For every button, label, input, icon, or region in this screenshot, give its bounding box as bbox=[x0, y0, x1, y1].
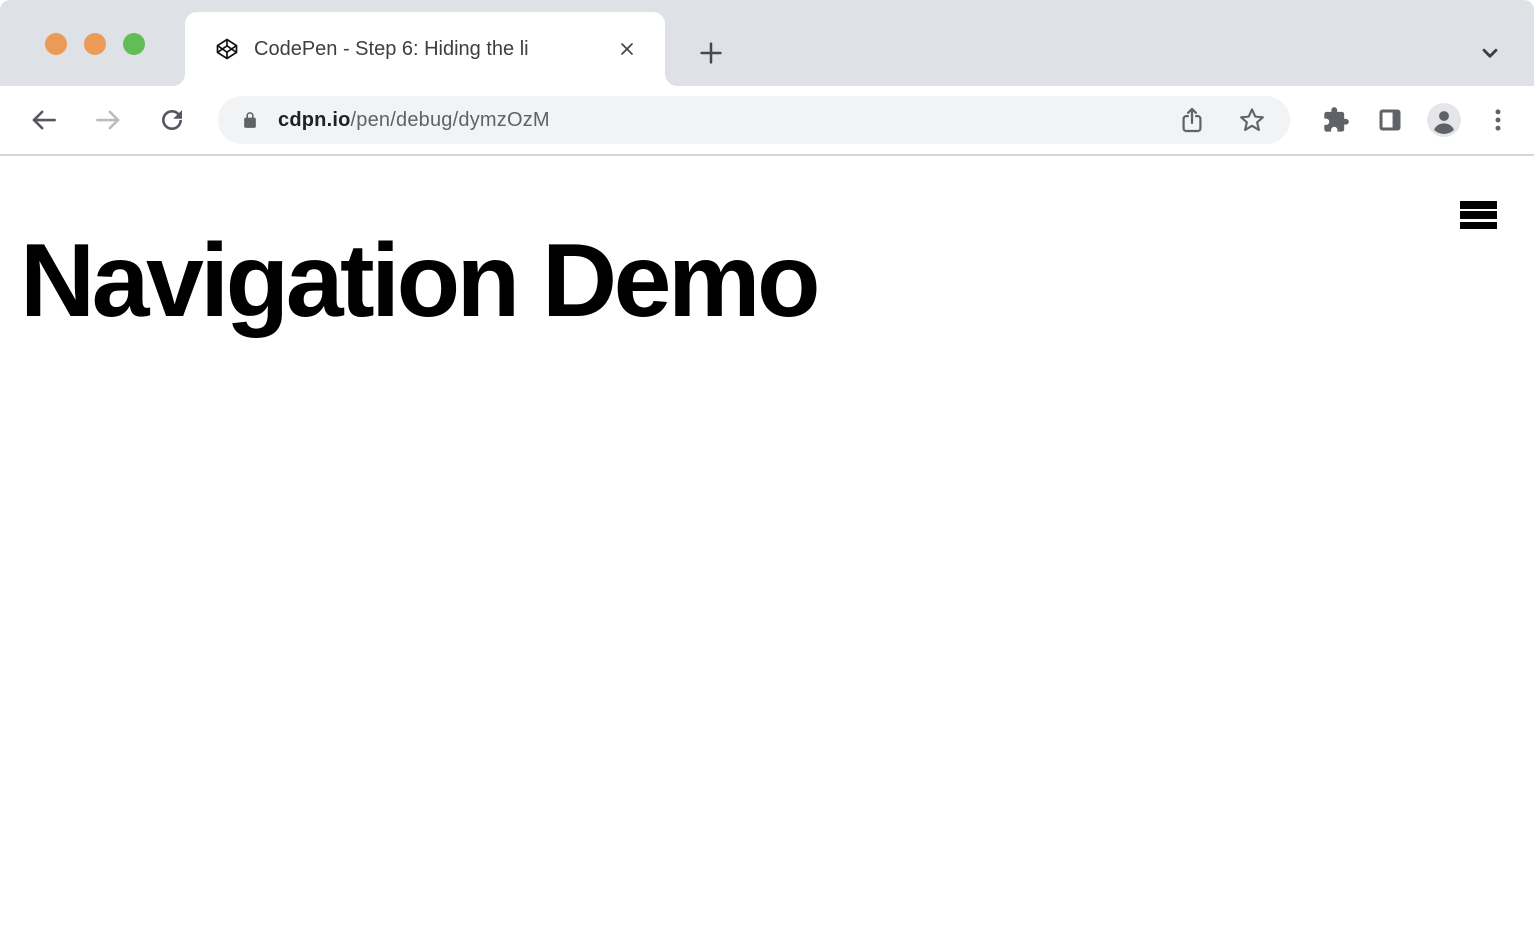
url-path: /pen/debug/dymzOzM bbox=[350, 108, 550, 131]
new-tab-icon[interactable] bbox=[694, 36, 728, 70]
back-icon[interactable] bbox=[22, 98, 66, 142]
url-domain: cdpn.io bbox=[278, 108, 351, 131]
close-window-button[interactable] bbox=[45, 33, 67, 55]
browser-tab[interactable]: CodePen - Step 6: Hiding the li bbox=[173, 12, 677, 86]
close-tab-icon[interactable] bbox=[613, 35, 641, 63]
page-title: Navigation Demo bbox=[20, 223, 820, 339]
hamburger-bar bbox=[1460, 221, 1497, 229]
page-content: Navigation Demo bbox=[0, 156, 1534, 948]
tab-title-fade bbox=[557, 36, 603, 62]
zoom-window-button[interactable] bbox=[123, 33, 145, 55]
tab-title: CodePen - Step 6: Hiding the li bbox=[254, 36, 603, 62]
browser-toolbar: cdpn.io/pen/debug/dymzOzM bbox=[0, 86, 1534, 156]
hamburger-icon[interactable] bbox=[1460, 201, 1497, 229]
reload-icon[interactable] bbox=[150, 98, 194, 142]
codepen-logo-icon bbox=[215, 37, 239, 61]
tab-strip: CodePen - Step 6: Hiding the li bbox=[0, 0, 1534, 86]
traffic-lights bbox=[45, 33, 145, 55]
minimize-window-button[interactable] bbox=[84, 33, 106, 55]
side-panel-icon[interactable] bbox=[1368, 98, 1412, 142]
browser-window: CodePen - Step 6: Hiding the li cdpn.io/… bbox=[0, 0, 1534, 950]
lock-icon[interactable] bbox=[240, 109, 260, 131]
extensions-puzzle-icon[interactable] bbox=[1314, 98, 1358, 142]
share-icon[interactable] bbox=[1176, 104, 1208, 136]
chevron-down-icon[interactable] bbox=[1474, 37, 1506, 69]
hamburger-bar bbox=[1460, 201, 1497, 209]
three-dot-menu-icon[interactable] bbox=[1476, 98, 1520, 142]
forward-icon[interactable] bbox=[86, 98, 130, 142]
star-icon[interactable] bbox=[1236, 104, 1268, 136]
url-text: cdpn.io/pen/debug/dymzOzM bbox=[278, 109, 550, 132]
address-bar[interactable]: cdpn.io/pen/debug/dymzOzM bbox=[218, 96, 1290, 144]
hamburger-bar bbox=[1460, 211, 1497, 219]
profile-avatar-icon[interactable] bbox=[1422, 98, 1466, 142]
